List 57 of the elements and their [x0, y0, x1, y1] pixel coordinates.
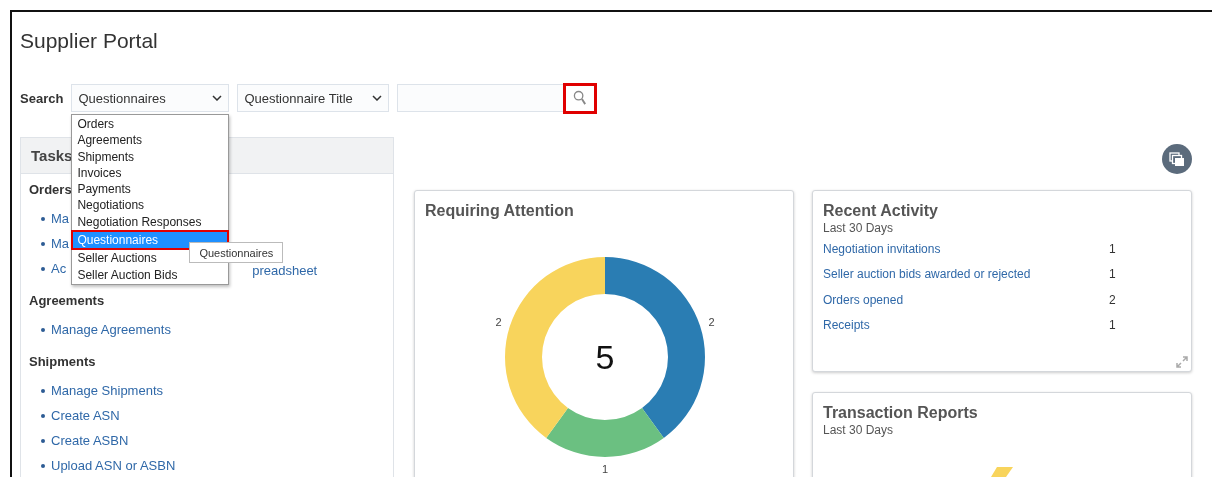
activity-count: 1: [1109, 318, 1116, 333]
bullet-icon: [41, 216, 45, 221]
section-heading: Orders: [29, 181, 72, 199]
bullet-icon: [41, 266, 45, 271]
bullet-icon: [41, 241, 45, 246]
bullet-icon: [41, 327, 45, 332]
panel-title: Tasks: [31, 147, 73, 164]
dropdown-option[interactable]: Negotiations: [71, 197, 230, 214]
bullet-icon: [41, 413, 45, 418]
activity-link[interactable]: Orders opened: [823, 292, 1109, 307]
activity-link[interactable]: Receipts: [823, 318, 1109, 333]
task-link[interactable]: Create ASN: [51, 408, 120, 423]
task-link[interactable]: Manage Shipments: [51, 383, 163, 398]
dropdown-option[interactable]: Payments: [71, 181, 230, 198]
activity-count: 1: [1109, 267, 1116, 282]
field-select[interactable]: Questionnaire Title: [237, 84, 390, 112]
search-field[interactable]: [397, 84, 566, 112]
section-heading: Agreements: [29, 292, 105, 310]
card-subtitle: Last 30 Days: [823, 423, 895, 438]
dropdown-option[interactable]: Agreements: [71, 132, 230, 149]
dropdown-option[interactable]: Invoices: [71, 164, 230, 182]
activity-link[interactable]: Seller auction bids awarded or rejected: [823, 267, 1109, 282]
cards-icon[interactable]: [1162, 144, 1192, 174]
card-title: Transaction Reports: [823, 403, 979, 423]
search-label: Search: [20, 90, 64, 106]
task-link[interactable]: Create ASBN: [51, 433, 129, 448]
task-link[interactable]: Ma: [51, 236, 70, 251]
section-heading: Shipments: [29, 353, 96, 371]
dropdown-option[interactable]: Orders: [71, 116, 230, 133]
chevron-icon: [212, 95, 223, 101]
bullet-icon: [41, 438, 45, 443]
task-link[interactable]: Manage Agreements: [51, 322, 171, 337]
task-link[interactable]: Upload ASN or ASBN: [51, 458, 176, 473]
total-count: 5: [595, 338, 615, 376]
tooltip: Questionnaires: [189, 242, 284, 263]
chevron-icon: [372, 95, 383, 101]
dropdown-option[interactable]: Shipments: [71, 148, 230, 165]
card-title: Recent Activity: [823, 201, 939, 221]
task-link[interactable]: Ac: [51, 261, 67, 276]
task-link[interactable]: Ma: [51, 211, 70, 226]
data-label: 2: [495, 316, 502, 329]
card-subtitle: Last 30 Days: [823, 221, 895, 236]
activity-link[interactable]: Negotiation invitations: [823, 241, 1109, 256]
task-link[interactable]: preadsheet: [252, 263, 318, 278]
activity-count: 2: [1109, 292, 1116, 307]
search-button[interactable]: [563, 82, 598, 114]
page-title: Supplier Portal: [20, 28, 159, 54]
bullet-icon: [41, 388, 45, 393]
card-title: Requiring Attention: [425, 201, 575, 221]
bullet-icon: [41, 463, 45, 468]
category-select[interactable]: Questionnaires: [71, 84, 230, 112]
dropdown-option[interactable]: Negotiation Responses: [71, 213, 230, 231]
dropdown-option[interactable]: Seller Auction Bids: [71, 266, 230, 283]
search-icon: [572, 89, 588, 107]
activity-count: 1: [1109, 241, 1116, 256]
data-label: 2: [708, 316, 715, 329]
data-label: 1: [601, 463, 609, 475]
